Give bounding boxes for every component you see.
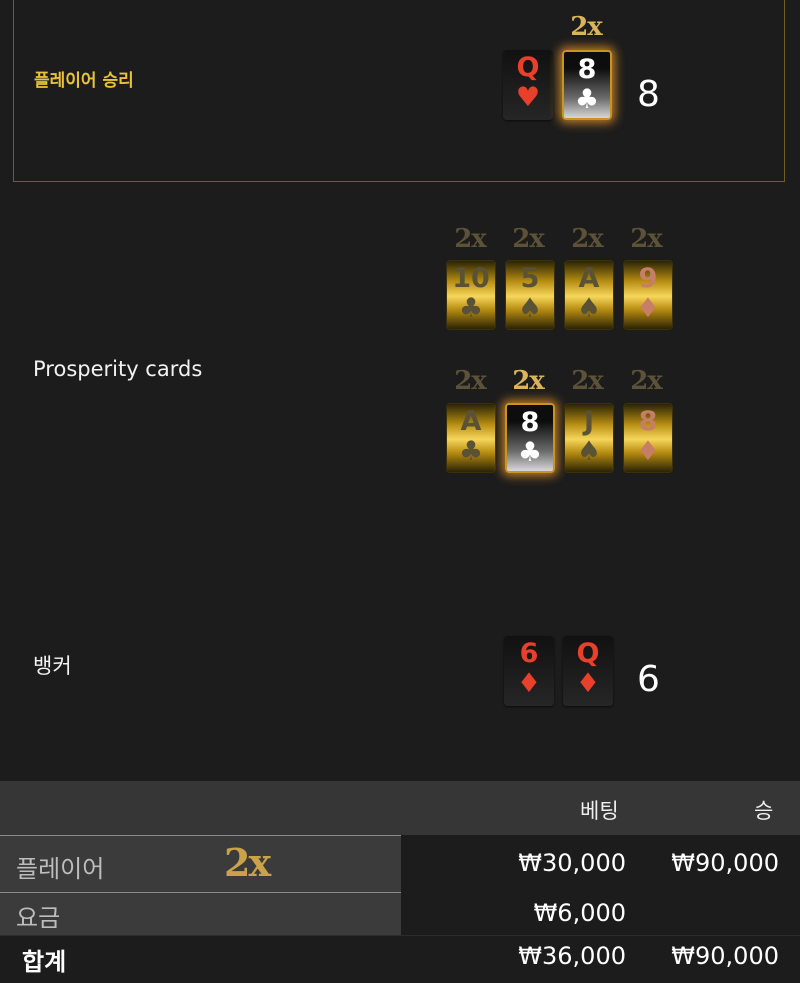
column-bet: 베팅: [580, 799, 619, 823]
column-win: 승: [754, 799, 774, 823]
player-card-1: Q ♥: [503, 50, 553, 120]
prosperity-card: 5 ♠: [505, 260, 555, 330]
player-result-panel: [13, 0, 785, 182]
card-rank: Q: [516, 52, 540, 83]
player-multiplier-badge: 2x: [224, 840, 271, 885]
bet-table-header: [0, 781, 800, 835]
prosperity-card: A ♠: [564, 260, 614, 330]
card-rank: 8: [520, 407, 540, 438]
prosperity-multiplier: 2x: [454, 366, 487, 396]
fee-amount: ₩6,000: [533, 899, 626, 927]
club-suit-icon: ♣: [517, 437, 543, 468]
banker-label: 뱅커: [33, 654, 72, 678]
total-bet-amount: ₩36,000: [518, 942, 626, 970]
row-label-player: 플레이어: [16, 855, 105, 883]
prosperity-multiplier: 2x: [454, 224, 487, 254]
prosperity-multiplier: 2x: [571, 224, 604, 254]
card-rank: A: [578, 263, 600, 294]
prosperity-card-highlighted: 8 ♣: [505, 403, 555, 473]
spade-suit-icon: ♠: [576, 436, 602, 467]
card-rank: 8: [638, 406, 658, 437]
club-suit-icon: ♣: [458, 436, 484, 467]
banker-card-1: 6 ♦: [504, 636, 554, 706]
card-rank: 8: [577, 54, 597, 85]
player-bet-amount: ₩30,000: [518, 849, 626, 877]
prosperity-card: A ♣: [446, 403, 496, 473]
card-rank: 5: [520, 263, 540, 294]
diamond-suit-icon: ♦: [635, 293, 661, 324]
player-card-2: 8 ♣: [562, 50, 612, 120]
heart-suit-icon: ♥: [515, 82, 541, 113]
spade-suit-icon: ♠: [517, 293, 543, 324]
club-suit-icon: ♣: [574, 84, 600, 115]
banker-score: 6: [637, 659, 660, 700]
prosperity-card: 10 ♣: [446, 260, 496, 330]
prosperity-multiplier: 2x: [512, 366, 545, 396]
spade-suit-icon: ♠: [576, 293, 602, 324]
player-win-label: 플레이어 승리: [34, 71, 134, 91]
prosperity-card: 8 ♦: [623, 403, 673, 473]
card-rank: 10: [452, 263, 490, 294]
prosperity-cards-label: Prosperity cards: [33, 357, 203, 381]
card-rank: 6: [519, 638, 539, 669]
prosperity-multiplier: 2x: [630, 366, 663, 396]
player-score: 8: [637, 74, 660, 115]
player-multiplier: 2x: [570, 12, 603, 42]
diamond-suit-icon: ♦: [516, 668, 542, 699]
card-rank: A: [460, 406, 482, 437]
player-win-amount: ₩90,000: [671, 849, 779, 877]
banker-card-2: Q ♦: [563, 636, 613, 706]
card-rank: J: [583, 406, 595, 437]
prosperity-multiplier: 2x: [630, 224, 663, 254]
prosperity-multiplier: 2x: [571, 366, 604, 396]
prosperity-card: J ♠: [564, 403, 614, 473]
prosperity-card: 9 ♦: [623, 260, 673, 330]
club-suit-icon: ♣: [458, 293, 484, 324]
row-label-total: 합계: [22, 948, 67, 976]
total-win-amount: ₩90,000: [671, 942, 779, 970]
diamond-suit-icon: ♦: [575, 668, 601, 699]
prosperity-multiplier: 2x: [512, 224, 545, 254]
card-rank: 9: [638, 263, 658, 294]
diamond-suit-icon: ♦: [635, 436, 661, 467]
card-rank: Q: [576, 638, 600, 669]
row-label-fee: 요금: [16, 904, 61, 932]
divider: [0, 935, 800, 936]
